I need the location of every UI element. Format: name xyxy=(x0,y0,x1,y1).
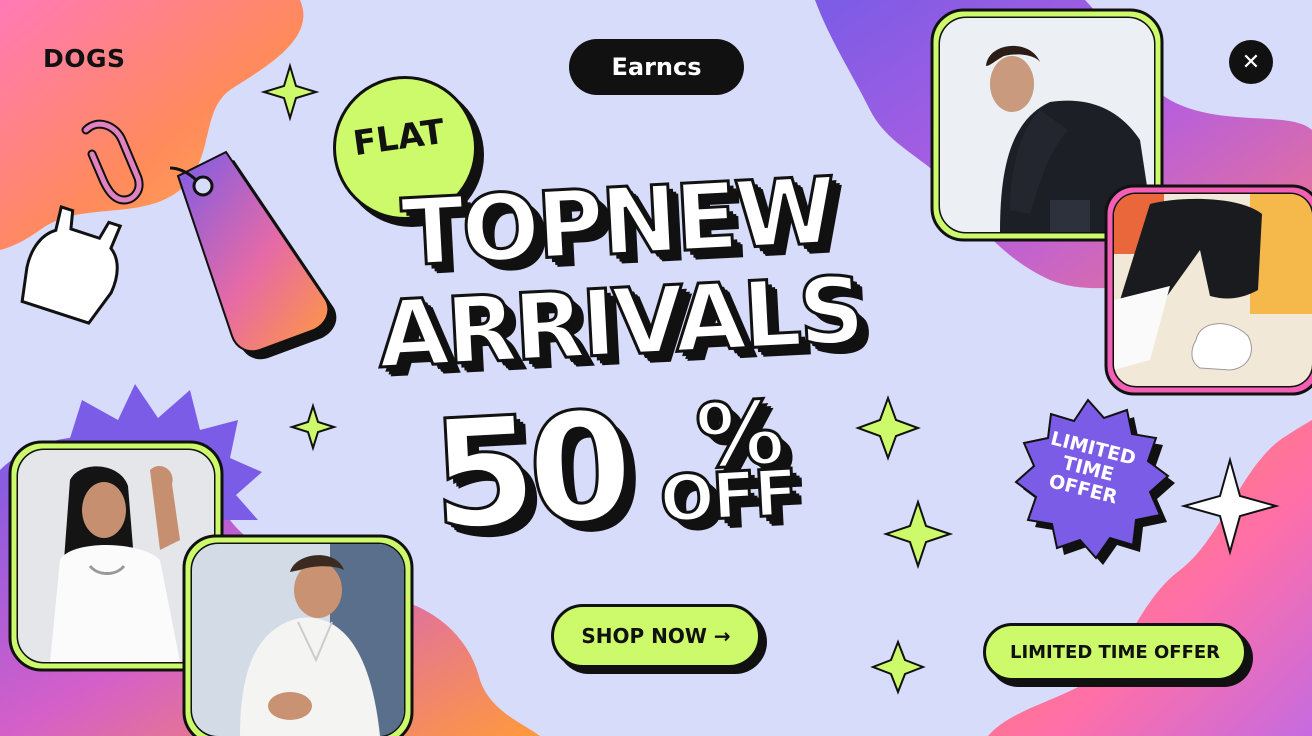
photo-sneakers-model xyxy=(1104,184,1312,396)
brand-logo-text: DOGS xyxy=(43,44,126,73)
brand-pill: Earncs xyxy=(569,39,744,95)
discount-number: 50 xyxy=(426,379,631,566)
discount-off-label: OFF xyxy=(657,455,800,539)
photo-man-white-shirt xyxy=(182,534,414,736)
promo-banner: DOGS Earncs ✕ FLAT TOPNEW ARRIVALS 50 % … xyxy=(0,0,1312,736)
shop-now-button[interactable]: SHOP NOW → xyxy=(551,604,761,668)
close-button[interactable]: ✕ xyxy=(1229,40,1273,84)
close-icon: ✕ xyxy=(1241,49,1261,75)
price-tag-icon xyxy=(169,150,337,360)
limited-time-offer-button[interactable]: LIMITED TIME OFFER xyxy=(983,623,1247,681)
